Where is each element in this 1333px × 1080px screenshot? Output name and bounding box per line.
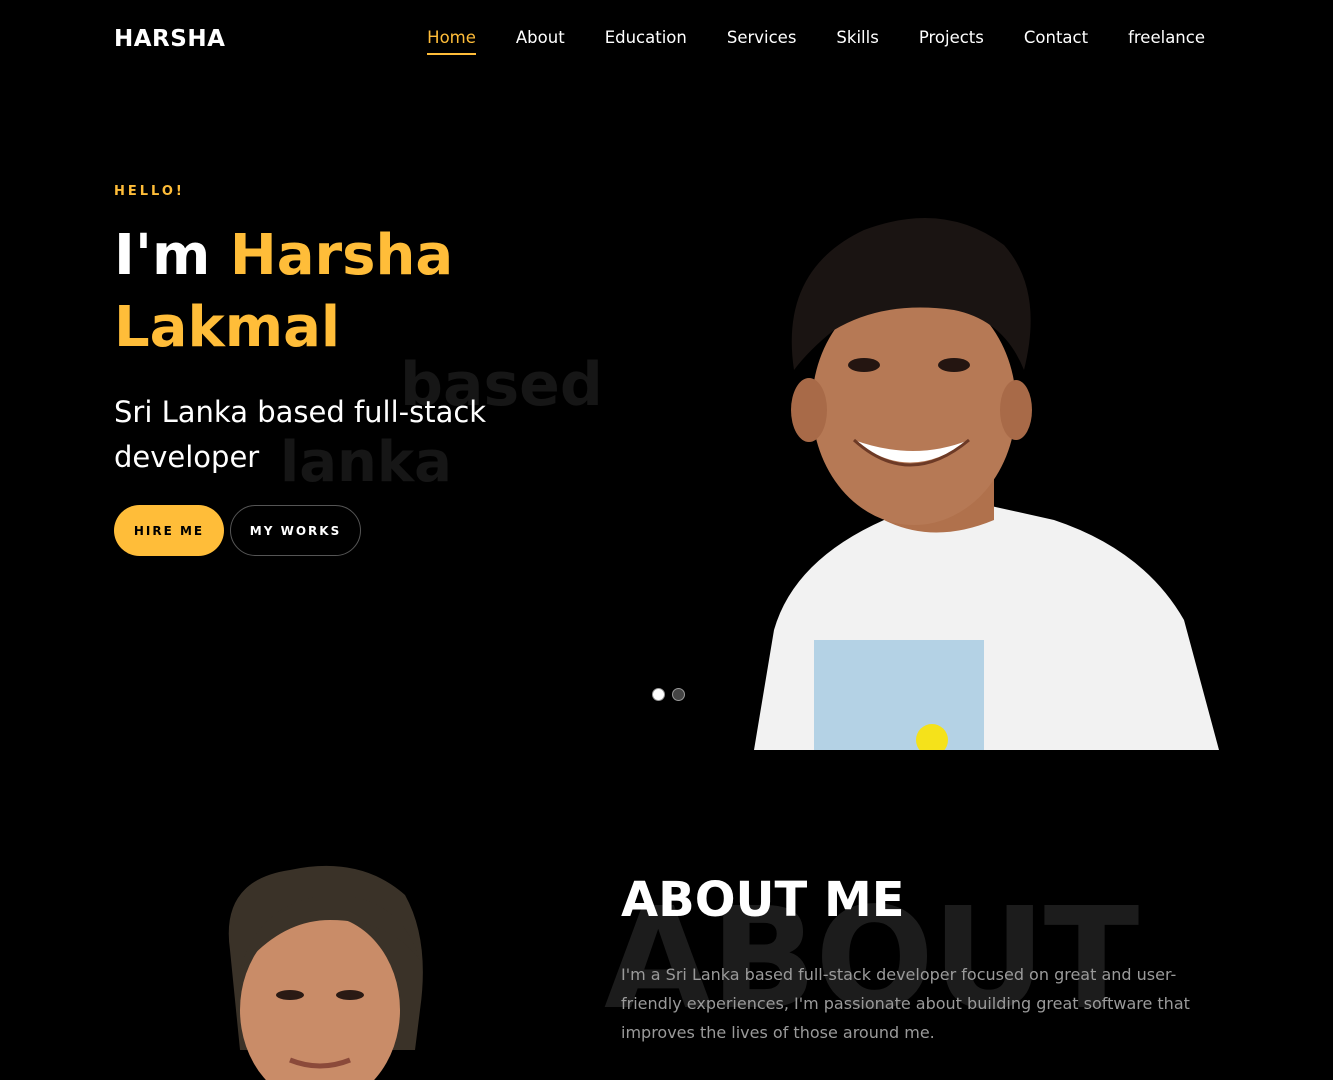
navbar: HARSHA Home About Education Services Ski…	[0, 0, 1333, 80]
about-section: ABOUT ABOUT ME I'm a Sri Lanka based ful…	[0, 750, 1333, 1080]
nav-projects[interactable]: Projects	[919, 28, 984, 55]
nav-education[interactable]: Education	[605, 28, 687, 55]
about-portrait-image	[228, 865, 423, 1080]
hero-greeting: HELLO!	[114, 184, 185, 199]
nav-home[interactable]: Home	[427, 28, 476, 55]
nav-contact[interactable]: Contact	[1024, 28, 1088, 55]
about-title: ABOUT ME	[621, 872, 905, 928]
nav-skills[interactable]: Skills	[836, 28, 878, 55]
hero-title: I'm Harsha Lakmal	[114, 220, 534, 364]
hero-title-prefix: I'm	[114, 223, 211, 288]
brand-logo[interactable]: HARSHA	[114, 26, 225, 52]
about-description: I'm a Sri Lanka based full-stack develop…	[621, 965, 1190, 1042]
carousel-dot-2[interactable]	[672, 688, 685, 701]
nav-services[interactable]: Services	[727, 28, 797, 55]
nav-freelance[interactable]: freelance	[1128, 28, 1205, 55]
hero-subtitle: Sri Lanka based full-stack developer	[114, 395, 487, 474]
hire-me-button[interactable]: HIRE ME	[114, 505, 224, 556]
hero-portrait-image	[754, 218, 1219, 750]
carousel-dots	[652, 688, 685, 701]
hero-section: based lanka HELLO! I'm Harsha Lakmal Sri…	[0, 80, 1333, 750]
carousel-dot-1[interactable]	[652, 688, 665, 701]
nav-about[interactable]: About	[516, 28, 565, 55]
my-works-button[interactable]: MY WORKS	[230, 505, 361, 556]
hero-title-last-name: Lakmal	[114, 295, 341, 360]
main-nav: Home About Education Services Skills Pro…	[387, 28, 1205, 55]
hero-title-first-name: Harsha	[229, 223, 454, 288]
